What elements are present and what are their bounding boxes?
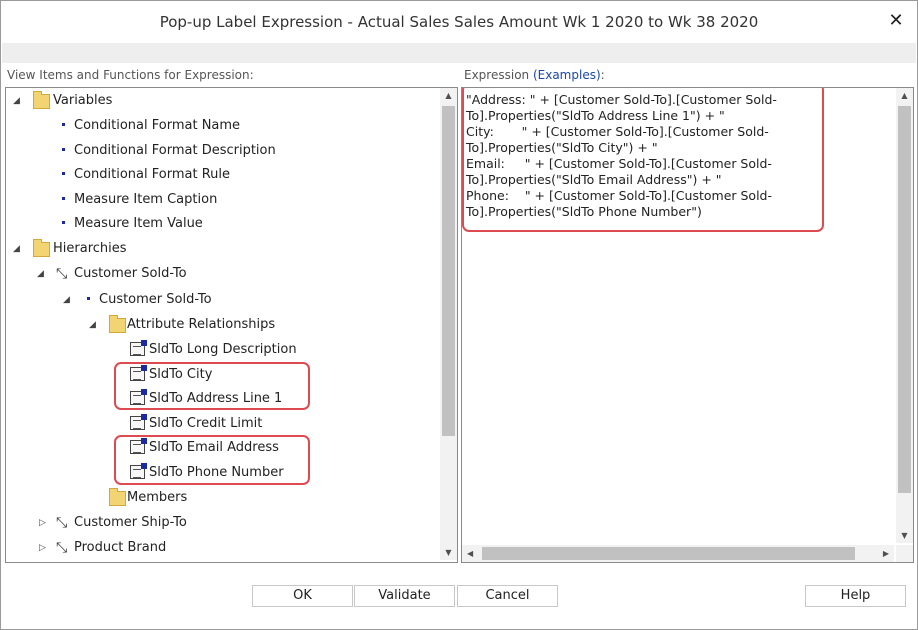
expression-label-colon: : (600, 68, 605, 82)
scroll-up-icon[interactable]: ▲ (440, 91, 457, 100)
tree-item-attribute[interactable]: SldTo Credit Limit (149, 414, 262, 434)
collapse-icon[interactable]: ◢ (37, 264, 44, 284)
highlight-box (114, 362, 310, 410)
tree-item-attribute[interactable]: SldTo Long Description (149, 340, 297, 360)
expression-label: Expression (Examples): (464, 68, 605, 82)
scroll-down-icon[interactable]: ▼ (440, 548, 457, 557)
tree-item-var[interactable]: Measure Item Value (74, 214, 203, 234)
bullet-icon (87, 297, 90, 300)
scroll-thumb[interactable] (442, 106, 455, 436)
bullet-icon (62, 148, 65, 151)
tree-node-variables[interactable]: Variables (53, 91, 112, 111)
tree-node-hierarchies[interactable]: Hierarchies (53, 239, 127, 259)
cancel-button[interactable]: Cancel (457, 585, 558, 607)
expression-horizontal-scrollbar[interactable]: ◀ ▶ (462, 545, 894, 562)
bullet-icon (62, 172, 65, 175)
collapse-icon[interactable]: ◢ (89, 315, 96, 335)
scroll-thumb[interactable] (482, 547, 855, 560)
tree-vertical-scrollbar[interactable]: ▲ ▼ (440, 88, 457, 560)
folder-icon (109, 315, 126, 333)
scroll-up-icon[interactable]: ▲ (896, 91, 913, 100)
collapse-icon[interactable]: ◢ (13, 239, 20, 259)
bullet-icon (62, 123, 65, 126)
bullet-icon (62, 221, 65, 224)
dialog: Pop-up Label Expression - Actual Sales S… (0, 0, 918, 630)
tree-node-customer-sold-to-level[interactable]: Customer Sold-To (99, 290, 212, 310)
close-icon[interactable]: ✕ (885, 10, 907, 32)
attribute-icon (130, 340, 147, 356)
expression-vertical-scrollbar[interactable]: ▲ ▼ (896, 88, 913, 543)
toolbar-band (2, 43, 916, 63)
items-functions-label: View Items and Functions for Expression: (7, 68, 254, 82)
ok-button[interactable]: OK (252, 585, 353, 607)
scroll-thumb[interactable] (898, 106, 911, 493)
highlight-box (114, 435, 310, 485)
dialog-title: Pop-up Label Expression - Actual Sales S… (159, 13, 759, 31)
tree-item-var[interactable]: Measure Item Caption (74, 190, 217, 210)
highlight-box (462, 88, 824, 232)
attribute-icon (130, 414, 147, 430)
expand-icon[interactable]: ▷ (39, 538, 46, 558)
tree-item-var[interactable]: Conditional Format Description (74, 141, 276, 161)
folder-icon (33, 239, 50, 257)
tree-node-customer-sold-to[interactable]: Customer Sold-To (74, 264, 187, 284)
tree-node-members[interactable]: Members (127, 488, 187, 508)
scroll-down-icon[interactable]: ▼ (896, 531, 913, 540)
tree-item-var[interactable]: Conditional Format Rule (74, 165, 230, 185)
scroll-left-icon[interactable]: ◀ (467, 545, 473, 562)
hierarchy-icon: ⤡ (56, 540, 68, 556)
bullet-icon (62, 197, 65, 200)
scrollbar-corner (896, 545, 913, 562)
expression-label-text: Expression (464, 68, 533, 82)
tree-node-product-brand[interactable]: Product Brand (74, 538, 166, 558)
collapse-icon[interactable]: ◢ (63, 290, 70, 310)
hierarchy-icon: ⤡ (56, 515, 68, 531)
items-tree[interactable]: ◢ Variables Conditional Format Name Cond… (5, 87, 458, 563)
hierarchy-icon: ⤡ (56, 266, 68, 282)
help-button[interactable]: Help (805, 585, 906, 607)
tree-node-customer-ship-to[interactable]: Customer Ship-To (74, 513, 187, 533)
expression-editor[interactable]: "Address: " + [Customer Sold-To].[Custom… (461, 87, 914, 563)
folder-icon (109, 488, 126, 506)
collapse-icon[interactable]: ◢ (13, 91, 20, 111)
expand-icon[interactable]: ▷ (39, 513, 46, 533)
validate-button[interactable]: Validate (354, 585, 455, 607)
tree-item-var[interactable]: Conditional Format Name (74, 116, 240, 136)
tree-node-attribute-relationships[interactable]: Attribute Relationships (127, 315, 275, 335)
examples-link[interactable]: (Examples) (533, 68, 601, 82)
scroll-right-icon[interactable]: ▶ (883, 545, 889, 562)
folder-icon (33, 91, 50, 109)
